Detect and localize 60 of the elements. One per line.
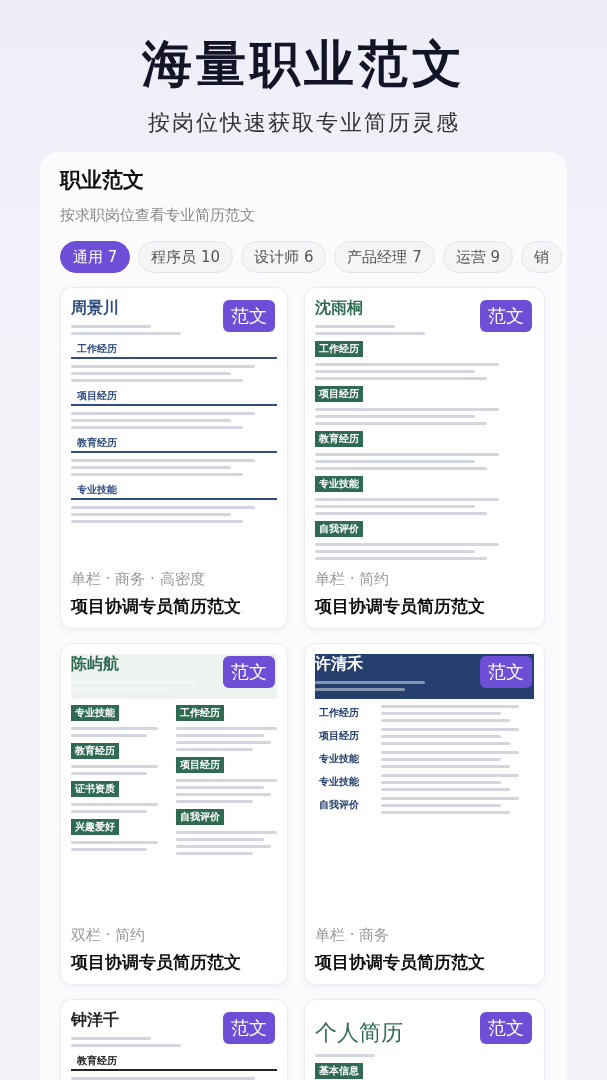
category-tab[interactable]: 程序员 10 (138, 241, 234, 273)
section-heading: 专业技能 (318, 752, 360, 766)
section-heading: 专业技能 (318, 775, 360, 789)
sample-badge: 范文 (480, 1012, 532, 1044)
category-tab[interactable]: 设计师 6 (241, 241, 327, 273)
template-title: 项目协调专员简历范文 (71, 595, 242, 618)
page-headline: 海量职业范文 (141, 34, 466, 94)
resume-name: 许清禾 (315, 654, 363, 675)
template-title: 项目协调专员简历范文 (71, 951, 242, 974)
template-tags: 单栏 · 简约 (315, 570, 534, 589)
sample-badge: 范文 (223, 1012, 275, 1044)
section-heading: 专业技能 (71, 482, 277, 500)
section-heading: 工作经历 (71, 341, 277, 359)
panel-subtitle: 按求职岗位查看专业简历范文 (60, 206, 256, 225)
resume-name: 沈雨桐 (315, 298, 363, 319)
template-title: 项目协调专员简历范文 (315, 951, 486, 974)
resume-name: 陈屿航 (71, 654, 119, 675)
section-heading: 证书资质 (71, 781, 119, 797)
section-heading: 专业技能 (71, 705, 119, 721)
page-subheadline: 按岗位快速获取专业简历灵感 (147, 109, 460, 137)
sample-badge: 范文 (223, 300, 275, 332)
template-card[interactable]: 许清禾 工作经历 项目经历 专业技能 专业技能 自我评价 范文 单栏 · 商务 项目协调专员简历范文 (304, 643, 545, 985)
template-tags: 单栏 · 商务 · 高密度 (71, 570, 277, 589)
category-tab[interactable]: 销 (521, 241, 563, 273)
resume-title: 个人简历 (315, 1019, 403, 1047)
section-heading: 工作经历 (315, 341, 363, 357)
template-card[interactable]: 周景川 工作经历 项目经历 教育经历 专业技能 范文 单栏 · 商务 · 高密度 项目协调专员简历范文 (60, 287, 288, 629)
panel-title: 职业范文 (60, 167, 145, 194)
category-tab[interactable]: 产品经理 7 (334, 241, 435, 273)
template-card[interactable]: 陈屿航 专业技能 教育经历 证书资质 兴趣爱好 工作经历 项目经历 自我评价 范文 双栏 · 简约 项目协调专员简历范文 (60, 643, 288, 985)
sample-badge: 范文 (480, 656, 532, 688)
category-tab[interactable]: 通用 7 (60, 241, 131, 273)
section-heading: 项目经历 (176, 757, 224, 773)
section-heading: 工作经历 (318, 706, 360, 720)
section-heading: 基本信息 (315, 1063, 363, 1079)
text-lines-drawing (315, 1054, 375, 1057)
section-heading: 教育经历 (71, 743, 119, 759)
section-heading: 教育经历 (71, 435, 277, 453)
section-heading: 教育经历 (315, 431, 363, 447)
template-card[interactable]: 个人简历 基本信息 范文 (304, 999, 545, 1080)
section-heading: 项目经历 (71, 388, 277, 406)
template-tags: 单栏 · 商务 (315, 926, 534, 945)
section-heading: 教育经历 (71, 1053, 277, 1071)
template-card[interactable]: 钟洋千 教育经历 范文 (60, 999, 288, 1080)
section-heading: 自我评价 (176, 809, 224, 825)
category-tab[interactable]: 运营 9 (442, 241, 514, 273)
section-heading: 专业技能 (315, 476, 363, 492)
template-tags: 双栏 · 简约 (71, 926, 277, 945)
section-heading: 项目经历 (315, 386, 363, 402)
sample-badge: 范文 (480, 300, 532, 332)
template-card[interactable]: 沈雨桐 工作经历 项目经历 教育经历 专业技能 自我评价 范文 单栏 · 简约 项目协调专员简历范文 (304, 287, 545, 629)
resume-name: 周景川 (71, 298, 119, 319)
section-heading: 自我评价 (318, 798, 360, 812)
section-heading: 兴趣爱好 (71, 819, 119, 835)
section-heading: 自我评价 (315, 521, 363, 537)
sample-badge: 范文 (223, 656, 275, 688)
template-title: 项目协调专员简历范文 (315, 595, 486, 618)
section-heading: 项目经历 (318, 729, 360, 743)
section-heading: 工作经历 (176, 705, 224, 721)
resume-name: 钟洋千 (71, 1010, 119, 1031)
